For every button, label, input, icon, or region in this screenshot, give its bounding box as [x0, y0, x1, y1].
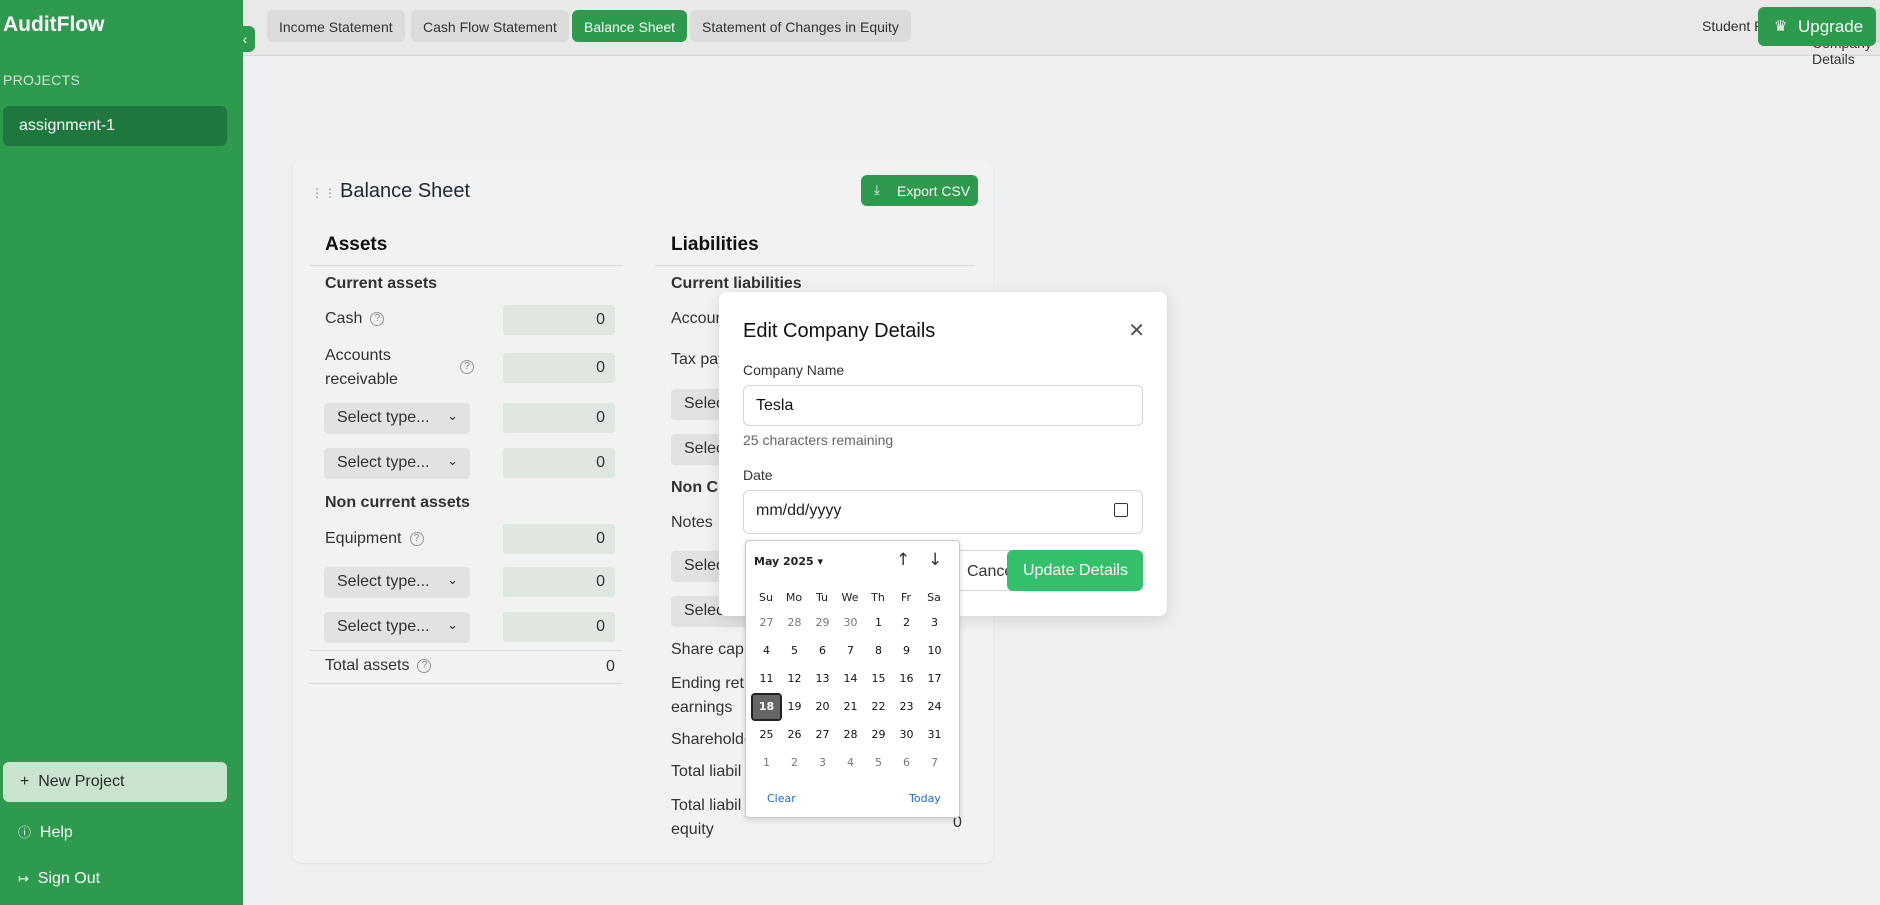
today-button[interactable]: Today [909, 792, 941, 805]
calendar-day[interactable]: 17 [921, 667, 948, 691]
calendar-day[interactable]: 13 [809, 667, 836, 691]
date-label: Date [743, 467, 773, 483]
date-input[interactable]: mm/dd/yyyy [743, 490, 1143, 534]
calendar-day[interactable]: 5 [781, 639, 808, 663]
calendar-day[interactable]: 5 [865, 751, 892, 775]
calendar-day[interactable]: 27 [809, 723, 836, 747]
calendar-day[interactable]: 3 [921, 611, 948, 635]
update-details-button[interactable]: Update Details [1007, 550, 1143, 591]
calendar-day[interactable]: 7 [921, 751, 948, 775]
calendar-day[interactable]: 6 [893, 751, 920, 775]
calendar-day[interactable]: 27 [753, 611, 780, 635]
date-placeholder: mm/dd/yyyy [756, 502, 842, 519]
weekday-header: Sa [927, 591, 941, 604]
month-year-dropdown[interactable]: May 2025 ▾ [754, 555, 823, 568]
calendar-day[interactable]: 14 [837, 667, 864, 691]
characters-remaining: 25 characters remaining [743, 432, 894, 448]
calendar-day[interactable]: 4 [753, 639, 780, 663]
calendar-day[interactable]: 12 [781, 667, 808, 691]
calendar-day[interactable]: 30 [893, 723, 920, 747]
calendar-day[interactable]: 24 [921, 695, 948, 719]
calendar-day[interactable]: 9 [893, 639, 920, 663]
calendar-icon[interactable] [1114, 503, 1128, 517]
calendar-day[interactable]: 1 [865, 611, 892, 635]
calendar-day[interactable]: 23 [893, 695, 920, 719]
weekday-header: We [841, 591, 859, 604]
calendar-day[interactable]: 11 [753, 667, 780, 691]
calendar-day[interactable]: 10 [921, 639, 948, 663]
calendar-day[interactable]: 29 [865, 723, 892, 747]
calendar-day[interactable]: 31 [921, 723, 948, 747]
calendar-day[interactable]: 16 [893, 667, 920, 691]
calendar-day[interactable]: 30 [837, 611, 864, 635]
weekday-header: Su [759, 591, 773, 604]
modal-title: Edit Company Details [743, 320, 936, 342]
calendar-day[interactable]: 28 [781, 611, 808, 635]
calendar-day[interactable]: 2 [781, 751, 808, 775]
calendar-day[interactable]: 1 [753, 751, 780, 775]
date-picker: May 2025 ▾ ↑ ↓ Clear Today Su Mo Tu We Th Fr S… [745, 540, 960, 818]
weekday-header: Fr [900, 591, 912, 604]
weekday-header: Th [871, 591, 885, 604]
calendar-day[interactable]: 20 [809, 695, 836, 719]
calendar-day[interactable]: 29 [809, 611, 836, 635]
clear-button[interactable]: Clear [767, 792, 796, 805]
calendar-day[interactable]: 7 [837, 639, 864, 663]
arrow-down-icon[interactable]: ↓ [928, 550, 942, 570]
calendar-day[interactable]: 19 [781, 695, 808, 719]
weekday-header: Tu [815, 591, 829, 604]
calendar-day[interactable]: 22 [865, 695, 892, 719]
calendar-day[interactable]: 28 [837, 723, 864, 747]
calendar-day[interactable]: 8 [865, 639, 892, 663]
calendar-day[interactable]: 3 [809, 751, 836, 775]
calendar-day[interactable]: 15 [865, 667, 892, 691]
arrow-up-icon[interactable]: ↑ [896, 550, 910, 570]
calendar-day[interactable]: 4 [837, 751, 864, 775]
calendar-day[interactable]: 18 [751, 693, 782, 721]
calendar-day[interactable]: 25 [753, 723, 780, 747]
calendar-day[interactable]: 26 [781, 723, 808, 747]
weekday-header: Mo [785, 591, 803, 604]
calendar-day[interactable]: 21 [837, 695, 864, 719]
calendar-day[interactable]: 2 [893, 611, 920, 635]
close-icon[interactable]: ✕ [1128, 318, 1145, 343]
company-name-input[interactable]: Tesla [743, 385, 1143, 426]
calendar-day[interactable]: 6 [809, 639, 836, 663]
company-name-label: Company Name [743, 362, 845, 378]
